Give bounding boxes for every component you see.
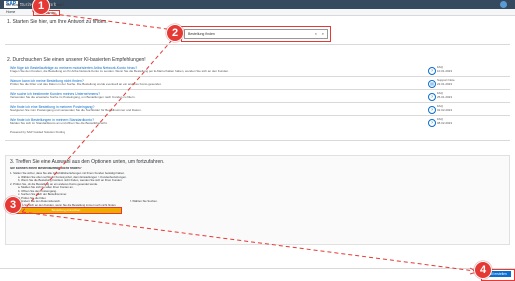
step-badge-4: 4	[474, 261, 492, 279]
arrow-1-to-2	[31, 10, 183, 32]
step-badge-2: 2	[166, 24, 184, 42]
step-badge-3: 3	[4, 196, 22, 214]
arrow-3-to-4	[21, 211, 476, 272]
annotation-arrows	[21, 10, 479, 275]
arrow-2-to-3	[21, 39, 173, 213]
